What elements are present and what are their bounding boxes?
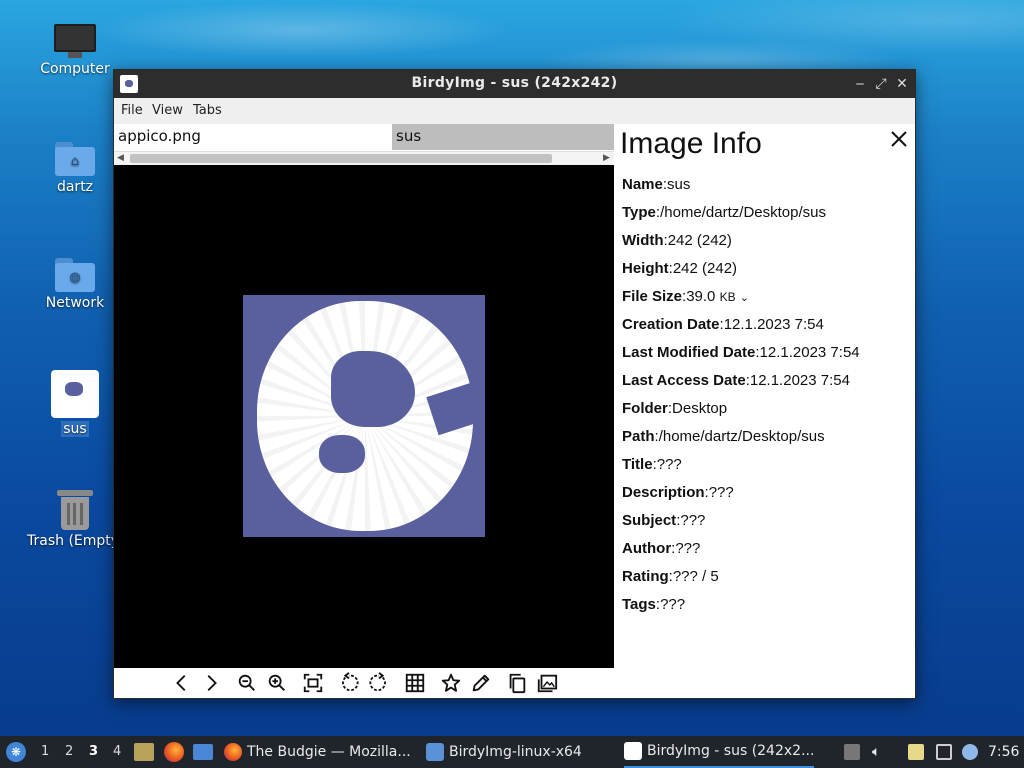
window-title: BirdyImg - sus (242x242) bbox=[411, 75, 618, 91]
tab-sus[interactable]: sus bbox=[392, 124, 614, 150]
desktop-icon-network[interactable]: ◍ Network bbox=[25, 258, 125, 311]
birdyimg-window: BirdyImg - sus (242x242) ‒ ⤢ ✕ File View… bbox=[113, 69, 916, 699]
scroll-left-icon[interactable]: ◀ bbox=[117, 152, 124, 165]
info-row-path: Path:/home/dartz/Desktop/sus bbox=[622, 428, 825, 445]
info-row-height: Height:242 (242) bbox=[622, 260, 738, 277]
rotate-left-icon[interactable] bbox=[337, 671, 361, 695]
menu-launcher-icon[interactable]: ❋ bbox=[6, 742, 26, 762]
info-row-subject: Subject:??? bbox=[622, 512, 706, 529]
desktop-icon-label: dartz bbox=[56, 179, 94, 195]
trash-icon bbox=[57, 490, 93, 530]
next-icon[interactable] bbox=[199, 671, 223, 695]
firefox-icon[interactable] bbox=[164, 742, 184, 762]
task-label: BirdyImg - sus (242x2... bbox=[647, 743, 814, 759]
notifications-icon[interactable] bbox=[962, 744, 978, 760]
info-close-icon[interactable] bbox=[888, 128, 910, 150]
gallery-icon[interactable] bbox=[535, 671, 559, 695]
menubar: File View Tabs bbox=[114, 98, 915, 122]
window-titlebar[interactable]: BirdyImg - sus (242x242) ‒ ⤢ ✕ bbox=[114, 70, 915, 98]
file-size-unit-select[interactable]: KB bbox=[720, 290, 736, 304]
desktop-icon-label: Network bbox=[45, 295, 105, 311]
menu-tabs[interactable]: Tabs bbox=[193, 103, 222, 118]
bottom-toolbar bbox=[114, 668, 614, 698]
home-folder-icon: ⌂ bbox=[55, 142, 95, 176]
desktop-icon-sus[interactable]: sus bbox=[25, 370, 125, 437]
info-row-access-date: Last Access Date:12.1.2023 7:54 bbox=[622, 372, 850, 389]
info-row-type: Type:/home/dartz/Desktop/sus bbox=[622, 204, 826, 221]
desktop-icon-label: sus bbox=[61, 421, 89, 437]
volume-icon[interactable]: 🔈︎ bbox=[872, 744, 888, 760]
workspace-1[interactable]: 1 bbox=[41, 744, 49, 759]
app-icon bbox=[624, 742, 642, 760]
network-folder-icon: ◍ bbox=[55, 258, 95, 292]
image-viewer[interactable] bbox=[114, 165, 614, 668]
info-row-width: Width:242 (242) bbox=[622, 232, 732, 249]
info-row-name: Name:sus bbox=[622, 176, 691, 193]
tab-appico[interactable]: appico.png bbox=[114, 124, 392, 150]
desktop-icon-home[interactable]: ⌂ dartz bbox=[25, 142, 125, 195]
prev-icon[interactable] bbox=[170, 671, 194, 695]
info-row-modified-date: Last Modified Date:12.1.2023 7:54 bbox=[622, 344, 860, 361]
image-info-panel: Image Info Name:sus Type:/home/dartz/Des… bbox=[614, 124, 915, 698]
star-icon[interactable] bbox=[439, 671, 463, 695]
maximize-icon[interactable]: ⤢ bbox=[872, 75, 890, 93]
zoom-out-icon[interactable] bbox=[235, 671, 259, 695]
info-row-file-size: File Size:39.0 KB ⌄ bbox=[622, 288, 749, 305]
network-icon[interactable] bbox=[936, 744, 952, 760]
workspace-2[interactable]: 2 bbox=[65, 744, 73, 759]
menu-file[interactable]: File bbox=[121, 103, 143, 118]
close-icon[interactable]: ✕ bbox=[893, 75, 911, 93]
desktop-icon-label: Trash (Empty) bbox=[27, 533, 125, 549]
copy-icon[interactable] bbox=[505, 671, 529, 695]
grid-icon[interactable] bbox=[403, 671, 427, 695]
info-panel-title: Image Info bbox=[620, 127, 762, 160]
minimize-icon[interactable]: ‒ bbox=[851, 75, 869, 93]
task-birdyimg-folder[interactable]: BirdyImg-linux-x64 bbox=[426, 736, 608, 768]
info-row-tags: Tags:??? bbox=[622, 596, 686, 613]
image-file-icon bbox=[51, 370, 99, 418]
clock[interactable]: 7:56 bbox=[988, 744, 1019, 760]
firefox-icon bbox=[224, 743, 242, 761]
desktop-show-icon[interactable] bbox=[193, 744, 213, 760]
notes-icon[interactable] bbox=[908, 744, 924, 760]
edit-icon[interactable] bbox=[469, 671, 493, 695]
desktop-icon-computer[interactable]: Computer bbox=[25, 24, 125, 77]
info-row-folder: Folder:Desktop bbox=[622, 400, 728, 417]
task-firefox[interactable]: The Budgie — Mozilla... bbox=[224, 736, 416, 768]
workspace-4[interactable]: 4 bbox=[113, 744, 121, 759]
info-row-description: Description:??? bbox=[622, 484, 734, 501]
fit-icon[interactable] bbox=[301, 671, 325, 695]
info-row-creation-date: Creation Date:12.1.2023 7:54 bbox=[622, 316, 824, 333]
rotate-right-icon[interactable] bbox=[367, 671, 391, 695]
scrollbar-thumb[interactable] bbox=[130, 154, 552, 163]
taskbar: ❋ 1 2 3 4 The Budgie — Mozilla... BirdyI… bbox=[0, 736, 1024, 768]
menu-view[interactable]: View bbox=[152, 103, 183, 118]
desktop-icon-trash[interactable]: Trash (Empty) bbox=[25, 490, 125, 549]
info-row-author: Author:??? bbox=[622, 540, 701, 557]
scroll-right-icon[interactable]: ▶ bbox=[603, 152, 610, 165]
zoom-in-icon[interactable] bbox=[265, 671, 289, 695]
workspace-3[interactable]: 3 bbox=[89, 744, 98, 759]
task-label: BirdyImg-linux-x64 bbox=[449, 744, 582, 760]
info-row-title: Title:??? bbox=[622, 456, 682, 473]
tab-scrollbar[interactable]: ◀ ▶ bbox=[114, 151, 614, 164]
computer-icon bbox=[54, 24, 96, 58]
displayed-image bbox=[243, 295, 485, 537]
file-manager-icon[interactable] bbox=[134, 743, 154, 761]
chevron-down-icon[interactable]: ⌄ bbox=[740, 292, 749, 304]
folder-icon bbox=[426, 743, 444, 761]
task-birdyimg-window[interactable]: BirdyImg - sus (242x2... bbox=[624, 736, 814, 768]
desktop-icon-label: Computer bbox=[40, 61, 110, 77]
info-row-rating: Rating:??? / 5 bbox=[622, 568, 719, 585]
task-label: The Budgie — Mozilla... bbox=[247, 744, 411, 760]
tab-bar: appico.png sus bbox=[114, 124, 614, 151]
tray-expand-icon[interactable] bbox=[844, 744, 860, 760]
